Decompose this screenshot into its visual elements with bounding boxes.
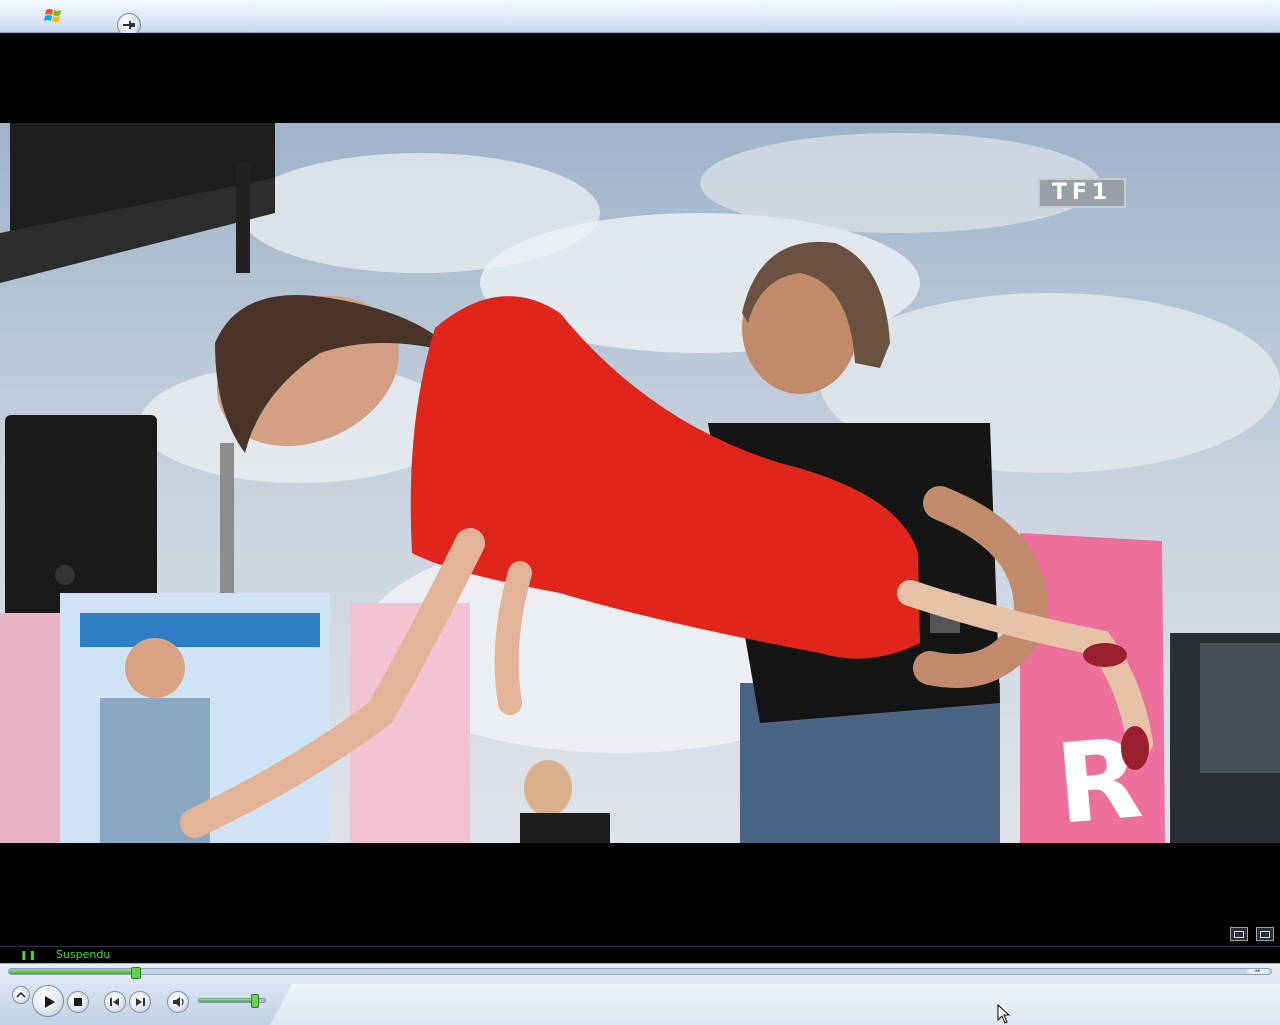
- video-area[interactable]: R TF1: [0, 33, 1280, 946]
- play-icon: [45, 996, 55, 1008]
- windows-flag-icon[interactable]: [44, 7, 64, 25]
- volume-slider[interactable]: [198, 994, 266, 1008]
- stop-button[interactable]: [67, 991, 89, 1013]
- next-button[interactable]: [129, 991, 151, 1013]
- stop-icon: [74, 998, 82, 1006]
- transport-controls: ◂◂ ▸▸: [0, 963, 1280, 1025]
- seek-thumb[interactable]: [131, 967, 142, 979]
- seek-forward-icon: ▸▸: [1247, 969, 1269, 974]
- next-icon: [136, 998, 145, 1006]
- pause-state-icon: ❚❚: [20, 951, 38, 961]
- status-bar: ❚❚ Suspendu: [0, 946, 1280, 963]
- seek-bar[interactable]: ◂◂ ▸▸: [8, 967, 1272, 979]
- fullscreen-icon[interactable]: [1256, 927, 1274, 941]
- channel-logo: TF1: [1038, 178, 1126, 208]
- video-frame-image: R TF1: [0, 123, 1280, 843]
- play-button[interactable]: [32, 985, 64, 1017]
- mouse-cursor-icon: [997, 1004, 1011, 1024]
- previous-button[interactable]: [104, 991, 126, 1013]
- top-bar: [0, 0, 1280, 37]
- controls-panel-shape: [270, 984, 1280, 1025]
- chevron-up-icon: [16, 991, 26, 998]
- quick-access-button[interactable]: [12, 986, 30, 1004]
- volume-level: [199, 999, 256, 1002]
- status-text: Suspendu: [56, 948, 111, 961]
- volume-thumb[interactable]: [251, 994, 260, 1008]
- switch-view-icon[interactable]: [1230, 927, 1248, 941]
- mute-button[interactable]: [167, 991, 189, 1013]
- pin-icon: [123, 21, 135, 29]
- previous-icon: [110, 998, 119, 1006]
- seek-progress: [9, 969, 136, 974]
- speaker-icon: [173, 997, 184, 1007]
